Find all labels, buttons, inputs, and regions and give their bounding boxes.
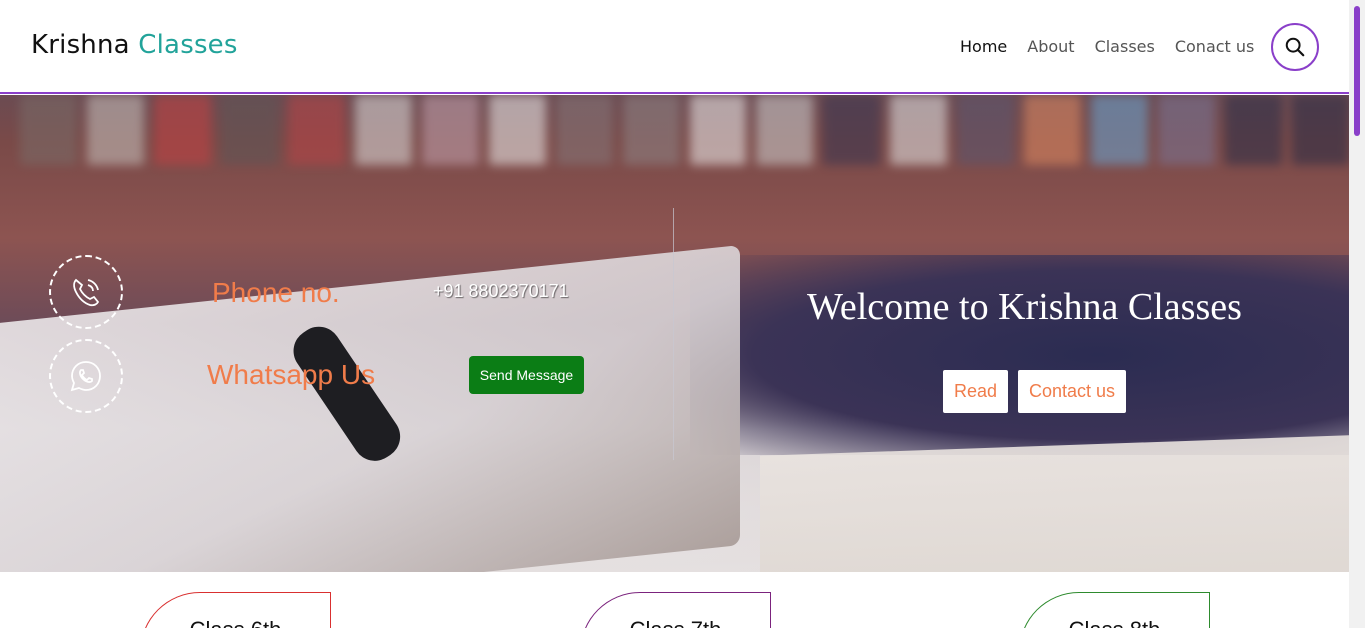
phone-label: Phone no. bbox=[212, 277, 340, 308]
phone-icon bbox=[73, 278, 100, 307]
brand-name: Krishna bbox=[31, 30, 130, 60]
brand-accent: Classes bbox=[138, 30, 238, 60]
search-icon bbox=[1285, 37, 1305, 57]
class-card-7th[interactable]: Class 7th bbox=[580, 592, 771, 628]
search-button[interactable] bbox=[1271, 23, 1319, 71]
brand-logo[interactable]: Krishna Classes bbox=[31, 30, 238, 60]
welcome-heading: Welcome to Krishna Classes bbox=[807, 286, 1242, 328]
nav-item-about[interactable]: About bbox=[1027, 37, 1074, 56]
class-card-label: Class 8th bbox=[1069, 617, 1161, 628]
nav-item-classes[interactable]: Classes bbox=[1095, 37, 1155, 56]
class-card-label: Class 7th bbox=[630, 617, 722, 628]
hero-section: Phone no. +91 8802370171 Whatsapp Us Sen… bbox=[0, 95, 1349, 572]
send-message-button[interactable]: Send Message bbox=[469, 356, 584, 394]
nav-item-home[interactable]: Home bbox=[960, 37, 1007, 56]
scrollbar[interactable] bbox=[1349, 0, 1365, 628]
navbar: Krishna Classes Home About Classes Conac… bbox=[0, 0, 1349, 94]
scrollbar-thumb[interactable] bbox=[1354, 6, 1360, 136]
class-card-label: Class 6th bbox=[190, 617, 282, 628]
contact-us-button[interactable]: Contact us bbox=[1018, 370, 1126, 413]
class-card-6th[interactable]: Class 6th bbox=[140, 592, 331, 628]
whatsapp-label: Whatsapp Us bbox=[207, 359, 376, 390]
hero-background-shelf bbox=[0, 95, 1349, 170]
hero-divider bbox=[673, 208, 674, 460]
whatsapp-icon bbox=[70, 361, 101, 392]
nav-links: Home About Classes Conact us bbox=[960, 37, 1254, 56]
read-button[interactable]: Read bbox=[943, 370, 1008, 413]
whatsapp-circle[interactable] bbox=[49, 339, 123, 413]
phone-number[interactable]: +91 8802370171 bbox=[433, 281, 569, 302]
class-card-8th[interactable]: Class 8th bbox=[1019, 592, 1210, 628]
hero-background-notebook bbox=[760, 434, 1349, 572]
phone-circle[interactable] bbox=[49, 255, 123, 329]
nav-item-contact[interactable]: Conact us bbox=[1175, 37, 1255, 56]
